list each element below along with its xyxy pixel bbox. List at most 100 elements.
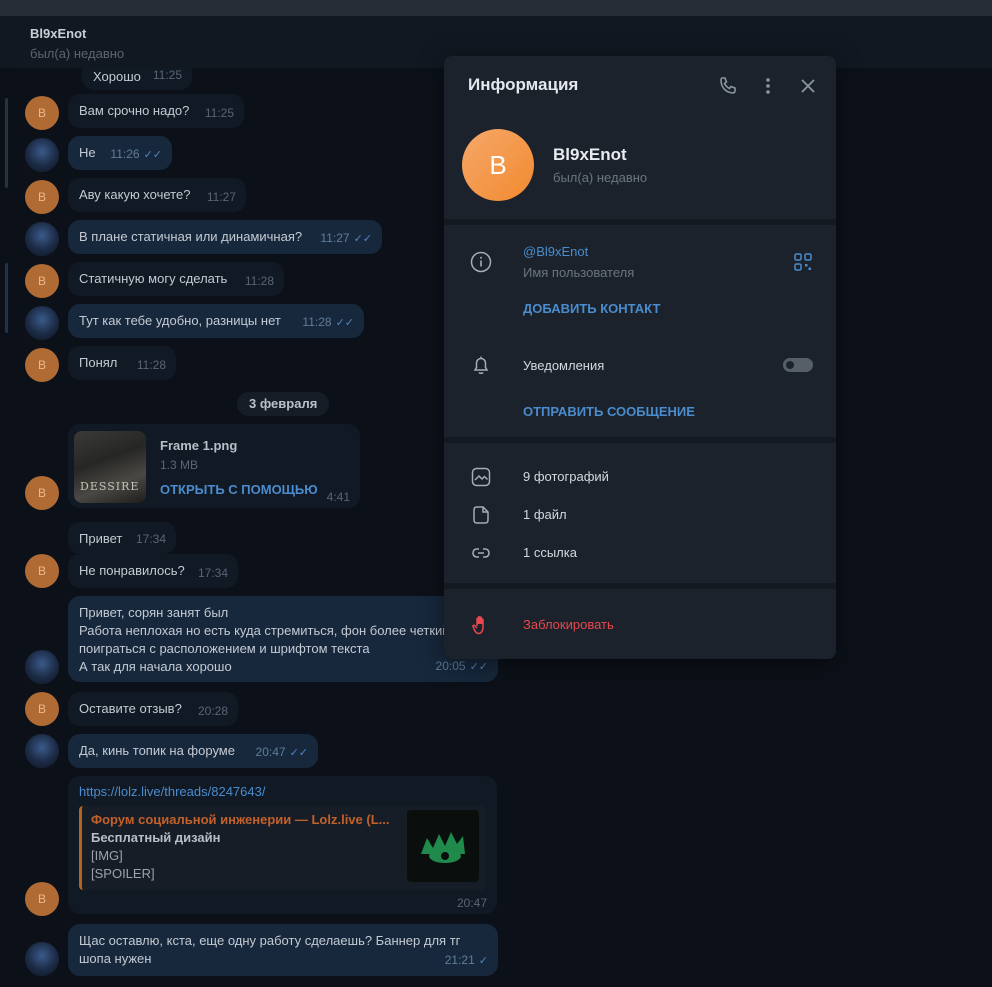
phone-icon[interactable] — [716, 74, 740, 98]
link-url[interactable]: https://lolz.live/threads/8247643/ — [79, 784, 265, 799]
avatar[interactable] — [25, 306, 59, 340]
avatar[interactable]: B — [25, 692, 59, 726]
avatar[interactable]: B — [25, 476, 59, 510]
preview-title: Форум социальной инженерии — Lolz.live (… — [91, 812, 390, 827]
message-text: Не — [79, 145, 96, 160]
message-time: 11:28 — [136, 358, 166, 372]
message-bubble[interactable]: В плане статичная или динамичная? 11:27 ✓… — [68, 220, 382, 254]
window-top-strip — [0, 0, 992, 16]
qr-code-icon[interactable] — [794, 253, 812, 271]
message-time: 20:47 — [255, 745, 286, 759]
message-time: 11:26 — [110, 147, 140, 161]
message-line: Щас оставлю, кста, еще одну работу сдела… — [79, 933, 461, 948]
message-bubble[interactable]: Да, кинь топик на форуме 20:47 ✓✓ — [68, 734, 318, 768]
avatar[interactable]: B — [25, 96, 59, 130]
message-text: В плане статичная или динамичная? — [79, 229, 303, 244]
message-time: 11:27 — [320, 231, 350, 245]
profile-avatar[interactable]: B — [462, 129, 534, 201]
message-time: 11:25 — [204, 106, 234, 120]
message-time: 17:34 — [197, 566, 228, 580]
message-time: 21:21 — [444, 953, 475, 967]
send-message-button[interactable]: ОТПРАВИТЬ СООБЩЕНИЕ — [523, 404, 695, 419]
message-meta: 20:47 ✓✓ — [256, 743, 308, 762]
shared-links[interactable]: 1 ссылка — [523, 545, 577, 560]
message-bubble[interactable]: Вам срочно надо? 11:25 — [68, 94, 244, 128]
close-icon[interactable] — [796, 74, 820, 98]
shared-photos[interactable]: 9 фотографий — [523, 469, 609, 484]
message-text: Привет — [79, 531, 123, 546]
message-time: 4:41 — [326, 490, 350, 504]
photo-icon — [470, 466, 492, 488]
double-check-icon: ✓✓ — [353, 233, 372, 245]
divider — [444, 219, 836, 225]
message-meta: 20:05 ✓✓ — [436, 657, 488, 676]
avatar[interactable] — [25, 734, 59, 768]
file-size: 1.3 MB — [160, 458, 199, 472]
message-bubble[interactable]: Тут как тебе удобно, разницы нет 11:28 ✓✓ — [68, 304, 364, 338]
message-text: Да, кинь топик на форуме — [79, 743, 235, 758]
check-icon: ✓ — [478, 955, 488, 967]
avatar[interactable]: B — [25, 180, 59, 214]
message-text: Вам срочно надо? — [79, 103, 190, 118]
message-bubble[interactable]: Привет, сорян занят был Работа неплохая … — [68, 596, 498, 682]
notifications-label: Уведомления — [523, 358, 605, 373]
message-meta: 11:28 ✓✓ — [302, 313, 354, 332]
message-bubble[interactable]: Щас оставлю, кста, еще одну работу сдела… — [68, 924, 498, 976]
message-text: Аву какую хочете? — [79, 187, 191, 202]
message-meta: 11:26 ✓✓ — [110, 145, 162, 164]
shared-files[interactable]: 1 файл — [523, 507, 567, 522]
link-message[interactable]: https://lolz.live/threads/8247643/ Форум… — [68, 776, 497, 914]
block-hand-icon — [470, 614, 492, 636]
file-message[interactable]: DESSIRE Frame 1.png 1.3 MB ОТКРЫТЬ С ПОМ… — [68, 424, 360, 508]
username-link[interactable]: @Bl9xEnot — [523, 244, 588, 259]
avatar[interactable]: B — [25, 264, 59, 298]
info-panel: Информация B Bl9xEnot был(а) недавно @Bl… — [444, 56, 836, 659]
avatar[interactable] — [25, 942, 59, 976]
message-time: 20:05 — [435, 659, 466, 673]
block-user-button[interactable]: Заблокировать — [523, 617, 614, 632]
scrollbar[interactable] — [5, 98, 8, 188]
username-label: Имя пользователя — [523, 265, 635, 280]
message-time: 11:28 — [244, 274, 274, 288]
avatar[interactable] — [25, 138, 59, 172]
file-thumbnail[interactable]: DESSIRE — [74, 431, 146, 503]
avatar[interactable]: B — [25, 882, 59, 916]
message-line: Привет, сорян занят был — [79, 605, 229, 620]
open-with-button[interactable]: ОТКРЫТЬ С ПОМОЩЬЮ — [160, 482, 318, 497]
message-time: 11:25 — [152, 68, 182, 82]
message-bubble[interactable]: Не понравилось? 17:34 — [68, 554, 238, 588]
message-bubble[interactable]: Привет 17:34 — [68, 522, 176, 554]
chat-title: Bl9xEnot — [30, 26, 87, 41]
double-check-icon: ✓✓ — [469, 661, 488, 673]
bell-icon — [470, 354, 492, 376]
more-vertical-icon[interactable] — [756, 74, 780, 98]
message-bubble[interactable]: Хорошо 11:25 — [82, 68, 192, 90]
add-contact-button[interactable]: ДОБАВИТЬ КОНТАКТ — [523, 301, 660, 316]
double-check-icon: ✓✓ — [335, 317, 354, 329]
preview-line: [SPOILER] — [91, 866, 155, 881]
message-bubble[interactable]: Не 11:26 ✓✓ — [68, 136, 172, 170]
scrollbar-indicator — [5, 263, 8, 333]
left-edge — [0, 68, 14, 987]
message-meta: 11:27 ✓✓ — [320, 229, 372, 248]
message-meta: 21:21 ✓ — [445, 951, 488, 970]
double-check-icon: ✓✓ — [289, 747, 308, 759]
file-icon — [470, 504, 492, 526]
toggle-knob — [784, 359, 796, 371]
avatar[interactable]: B — [25, 554, 59, 588]
link-preview[interactable]: Форум социальной инженерии — Lolz.live (… — [79, 806, 485, 890]
message-bubble[interactable]: Статичную могу сделать 11:28 — [68, 262, 284, 296]
divider — [444, 437, 836, 443]
avatar[interactable] — [25, 650, 59, 684]
double-check-icon: ✓✓ — [143, 149, 162, 161]
avatar[interactable]: B — [25, 348, 59, 382]
message-bubble[interactable]: Понял 11:28 — [68, 346, 176, 380]
notifications-toggle[interactable] — [783, 358, 813, 372]
message-text: Тут как тебе удобно, разницы нет — [79, 313, 281, 328]
date-divider: 3 февраля — [237, 392, 330, 416]
avatar[interactable] — [25, 222, 59, 256]
message-bubble[interactable]: Аву какую хочете? 11:27 — [68, 178, 246, 212]
message-text: Хорошо — [93, 69, 141, 84]
divider — [444, 583, 836, 589]
message-bubble[interactable]: Оставите отзыв? 20:28 — [68, 692, 238, 726]
